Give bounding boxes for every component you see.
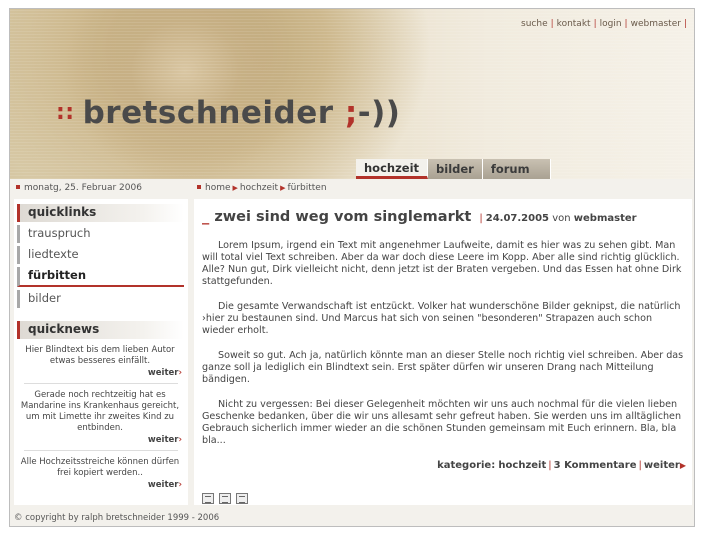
logo-name: bretschneider <box>82 95 334 131</box>
chevron-right-icon: ▶ <box>280 184 286 192</box>
news-divider <box>24 450 178 451</box>
logo-smiley-semicolon: ; <box>344 95 358 131</box>
arrow-right-icon: › <box>178 368 182 378</box>
info-bar: monatg, 25. Februar 2006 home ▶ hochzeit ▶ f… <box>10 179 694 197</box>
news-item: Alle Hochzeitsstreiche können dürfen fre… <box>18 457 182 491</box>
post-actions <box>202 493 248 504</box>
header-banner: suche | kontakt | login | webmaster | :: bretsch… <box>10 9 694 179</box>
news-more-link[interactable]: weiter› <box>18 435 182 446</box>
arrow-right-icon: ▶ <box>679 461 686 470</box>
more-link[interactable]: weiter <box>644 460 680 471</box>
comments-link[interactable]: 3 Kommentare <box>554 460 637 471</box>
news-item: Hier Blindtext bis dem lieben Autor etwa… <box>18 345 182 379</box>
email-icon[interactable] <box>236 493 248 504</box>
post-meta: | 24.07.2005 von webmaster <box>479 213 637 224</box>
post-date: 24.07.2005 <box>485 213 550 224</box>
logo-smiley-rest: -)) <box>357 95 401 131</box>
pdf-icon[interactable] <box>219 493 231 504</box>
news-item: Gerade noch rechtzeitig hat es Mandarine… <box>18 390 182 446</box>
print-icon[interactable] <box>202 493 214 504</box>
chevron-right-icon: ▶ <box>232 184 238 192</box>
post-paragraph: Lorem Ipsum, irgend ein Text mit angeneh… <box>202 240 682 287</box>
topnav-webmaster-link[interactable]: webmaster <box>631 19 681 29</box>
current-date: monatg, 25. Februar 2006 <box>16 183 142 193</box>
breadcrumb-current: fürbitten <box>287 183 327 193</box>
footer: © copyright by ralph bretschneider 1999 … <box>10 509 694 526</box>
category-link[interactable]: hochzeit <box>498 460 546 471</box>
quicklink-fuerbitten[interactable]: fürbitten <box>17 267 184 287</box>
news-text: Gerade noch rechtzeitig hat es Mandarine… <box>20 390 180 433</box>
quicklink-liedtexte[interactable]: liedtexte <box>17 246 184 264</box>
topnav-kontakt-link[interactable]: kontakt <box>557 19 591 29</box>
breadcrumb: home ▶ hochzeit ▶ fürbitten <box>197 183 327 193</box>
news-text: Alle Hochzeitsstreiche können dürfen fre… <box>20 457 180 478</box>
topnav-suche-link[interactable]: suche <box>521 19 548 29</box>
quicknews-heading: quicknews <box>17 321 184 339</box>
tab-bilder[interactable]: bilder <box>428 159 483 179</box>
tab-hochzeit[interactable]: hochzeit <box>356 159 429 179</box>
post-paragraph: Die gesamte Verwandschaft ist entzückt. … <box>202 301 681 336</box>
post-paragraph: Soweit so gut. Ach ja, natürlich könnte … <box>202 350 684 385</box>
breadcrumb-hochzeit[interactable]: hochzeit <box>240 183 278 193</box>
logo-dots: :: <box>56 100 75 125</box>
post-paragraph: Nicht zu vergessen: Bei dieser Gelegenhe… <box>202 399 682 446</box>
breadcrumb-home[interactable]: home <box>205 183 231 193</box>
top-navigation: suche | kontakt | login | webmaster | <box>521 19 687 29</box>
site-logo[interactable]: :: bretschneider ;-)) <box>56 95 400 131</box>
page-frame: suche | kontakt | login | webmaster | :: bretsch… <box>9 8 695 527</box>
title-underscore: _ <box>202 209 210 225</box>
bullet-square-icon <box>16 185 20 189</box>
news-text: Hier Blindtext bis dem lieben Autor etwa… <box>25 345 175 366</box>
post-title: zwei sind weg vom singlemarkt <box>214 209 472 225</box>
news-more-link[interactable]: weiter› <box>18 480 182 491</box>
quicklink-trauspruch[interactable]: trauspruch <box>17 225 184 243</box>
main-content: _ zwei sind weg vom singlemarkt | 24.07.2… <box>194 199 692 505</box>
main-tabs: hochzeit bilder forum <box>356 159 551 179</box>
bullet-square-icon <box>197 185 201 189</box>
post-author[interactable]: webmaster <box>574 213 637 224</box>
topnav-login-link[interactable]: login <box>600 19 622 29</box>
quicklink-bilder[interactable]: bilder <box>17 290 184 308</box>
sidebar: quicklinks trauspruch liedtexte fürbitte… <box>14 199 188 505</box>
quicklinks-heading: quicklinks <box>17 204 184 222</box>
post-footer: kategorie: hochzeit | 3 Kommentare | weiter▶ <box>437 460 686 471</box>
arrow-right-icon: › <box>178 435 182 445</box>
news-divider <box>24 383 178 384</box>
tab-forum[interactable]: forum <box>482 159 551 179</box>
header-scanlines <box>10 9 694 179</box>
news-more-link[interactable]: weiter› <box>18 368 182 379</box>
arrow-right-icon: › <box>178 480 182 490</box>
post-header: _ zwei sind weg vom singlemarkt | 24.07.2… <box>202 209 637 225</box>
copyright-text: © copyright by ralph bretschneider 1999 … <box>14 513 220 523</box>
